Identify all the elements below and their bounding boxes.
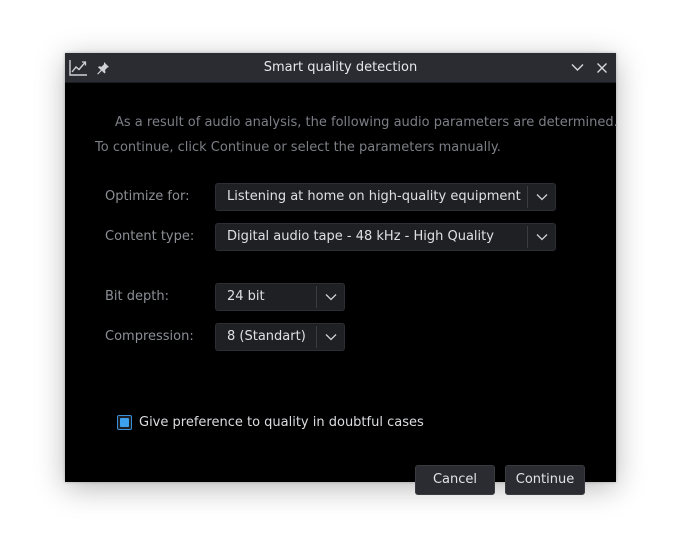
compression-value: 8 (Standart)	[227, 329, 306, 344]
chevron-down-icon[interactable]	[317, 284, 344, 310]
chevron-down-icon[interactable]	[528, 184, 555, 210]
dialog-content: As a result of audio analysis, the follo…	[65, 83, 618, 495]
quality-preference-checkbox[interactable]	[117, 415, 132, 430]
window-title: Smart quality detection	[263, 60, 418, 75]
info-line-2: To continue, click Continue or select th…	[95, 140, 501, 155]
chevron-down-icon[interactable]	[568, 58, 587, 77]
close-icon[interactable]	[592, 58, 611, 77]
continue-button[interactable]: Continue	[505, 465, 585, 495]
dialog-window: Smart quality detection As a result of a…	[65, 53, 618, 495]
checkbox-checked-mark	[120, 418, 129, 427]
content-type-value: Digital audio tape - 48 kHz - High Quali…	[227, 229, 494, 244]
optimize-for-select[interactable]: Listening at home on high-quality equipm…	[215, 183, 556, 211]
bit-depth-value: 24 bit	[227, 289, 265, 304]
content-type-select[interactable]: Digital audio tape - 48 kHz - High Quali…	[215, 223, 556, 251]
title-bar[interactable]: Smart quality detection	[65, 53, 616, 83]
compression-label: Compression:	[105, 329, 194, 344]
content-type-label: Content type:	[105, 229, 195, 244]
chevron-down-icon[interactable]	[317, 324, 344, 350]
info-line-1: As a result of audio analysis, the follo…	[115, 115, 618, 130]
compression-select[interactable]: 8 (Standart)	[215, 323, 345, 351]
quality-preference-label[interactable]: Give preference to quality in doubtful c…	[139, 414, 424, 431]
bit-depth-select[interactable]: 24 bit	[215, 283, 345, 311]
optimize-for-value: Listening at home on high-quality equipm…	[227, 189, 521, 204]
bit-depth-label: Bit depth:	[105, 289, 169, 304]
chevron-down-icon[interactable]	[528, 224, 555, 250]
cancel-button[interactable]: Cancel	[415, 465, 495, 495]
optimize-for-label: Optimize for:	[105, 189, 190, 204]
